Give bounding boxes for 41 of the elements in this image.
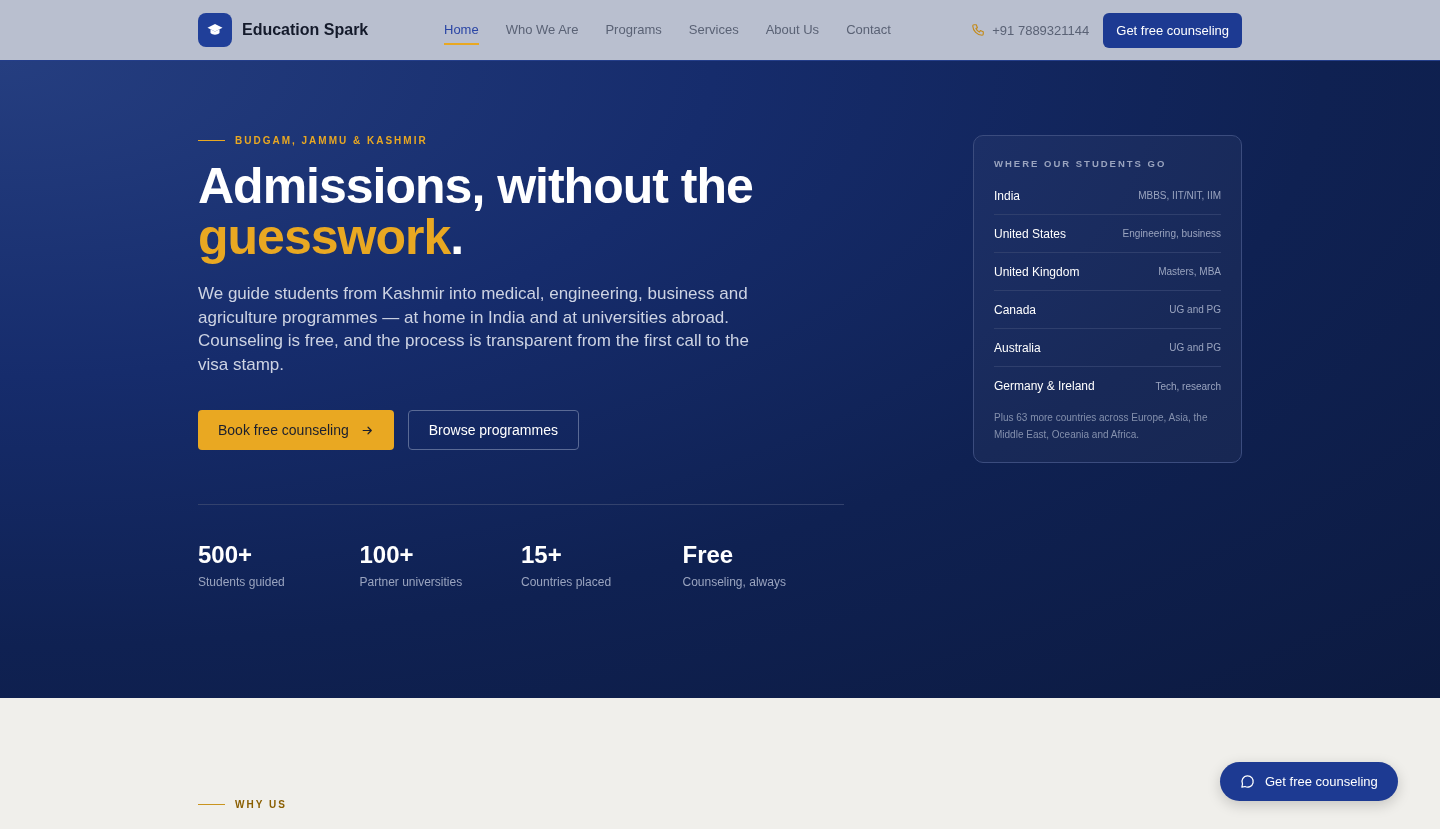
book-counseling-button[interactable]: Book free counseling: [198, 410, 394, 450]
country-name: India: [994, 188, 1021, 203]
nav-link[interactable]: Who We Are: [505, 15, 579, 45]
programme-list: UG and PG: [1169, 304, 1221, 315]
programme-list: Masters, MBA: [1158, 266, 1221, 277]
brand-name[interactable]: Education Spark: [242, 21, 369, 39]
phone-icon: [971, 23, 986, 37]
stat-label: Students guided: [198, 575, 286, 589]
hero-description: We guide students from Kashmir into medical, engineering, business and agriculture programmes — at home in India and at universities abroad. Counseling is free, and the process is transparent from the first call to the visa stamp.: [198, 283, 750, 376]
programme-list: UG and PG: [1169, 342, 1221, 353]
stat-value: Free: [682, 541, 735, 569]
chat-bubble-icon: [1240, 774, 1255, 789]
phone-number[interactable]: +91 7889321144: [992, 22, 1090, 38]
nav-link[interactable]: Programs: [605, 15, 662, 45]
counseling-button[interactable]: Get free counseling: [1103, 12, 1242, 48]
nav-link[interactable]: About Us: [765, 15, 820, 45]
country-name: United Kingdom: [994, 264, 1080, 279]
stat-label: Countries placed: [521, 575, 613, 589]
card-title: WHERE OUR STUDENTS GO: [994, 158, 1168, 169]
country-name: Canada: [994, 302, 1037, 317]
stat-value: 500+: [198, 541, 254, 569]
country-name: Australia: [994, 340, 1041, 355]
section-eyebrow: WHY US: [235, 799, 287, 810]
country-name: Germany & Ireland: [994, 379, 1095, 393]
eyebrow-text: BUDGAM, JAMMU & KASHMIR: [235, 135, 428, 146]
programme-list: Tech, research: [1155, 380, 1221, 392]
stat-value: 15+: [521, 541, 563, 569]
nav-link[interactable]: Home: [444, 15, 479, 45]
programme-list: Engineering, business: [1122, 228, 1221, 239]
stat-label: Partner universities: [359, 575, 464, 589]
browse-programmes-button[interactable]: Browse programmes: [407, 410, 579, 450]
country-name: United States: [994, 226, 1067, 241]
stat-label: Counseling, always: [682, 575, 787, 589]
programme-list: MBBS, IIT/NIT, IIM: [1138, 190, 1221, 201]
nav-link[interactable]: Contact: [846, 15, 891, 45]
card-note: Plus 63 more countries across Europe, Asia, the Middle East, Oceania and Africa.: [994, 411, 1209, 442]
stat-value: 100+: [359, 541, 415, 569]
nav-link[interactable]: Services: [688, 15, 739, 45]
logo-icon[interactable]: [198, 13, 232, 47]
hero-heading: Admissions, without the guesswork.: [198, 161, 754, 263]
floating-counseling-button[interactable]: Get free counseling: [1220, 762, 1398, 801]
